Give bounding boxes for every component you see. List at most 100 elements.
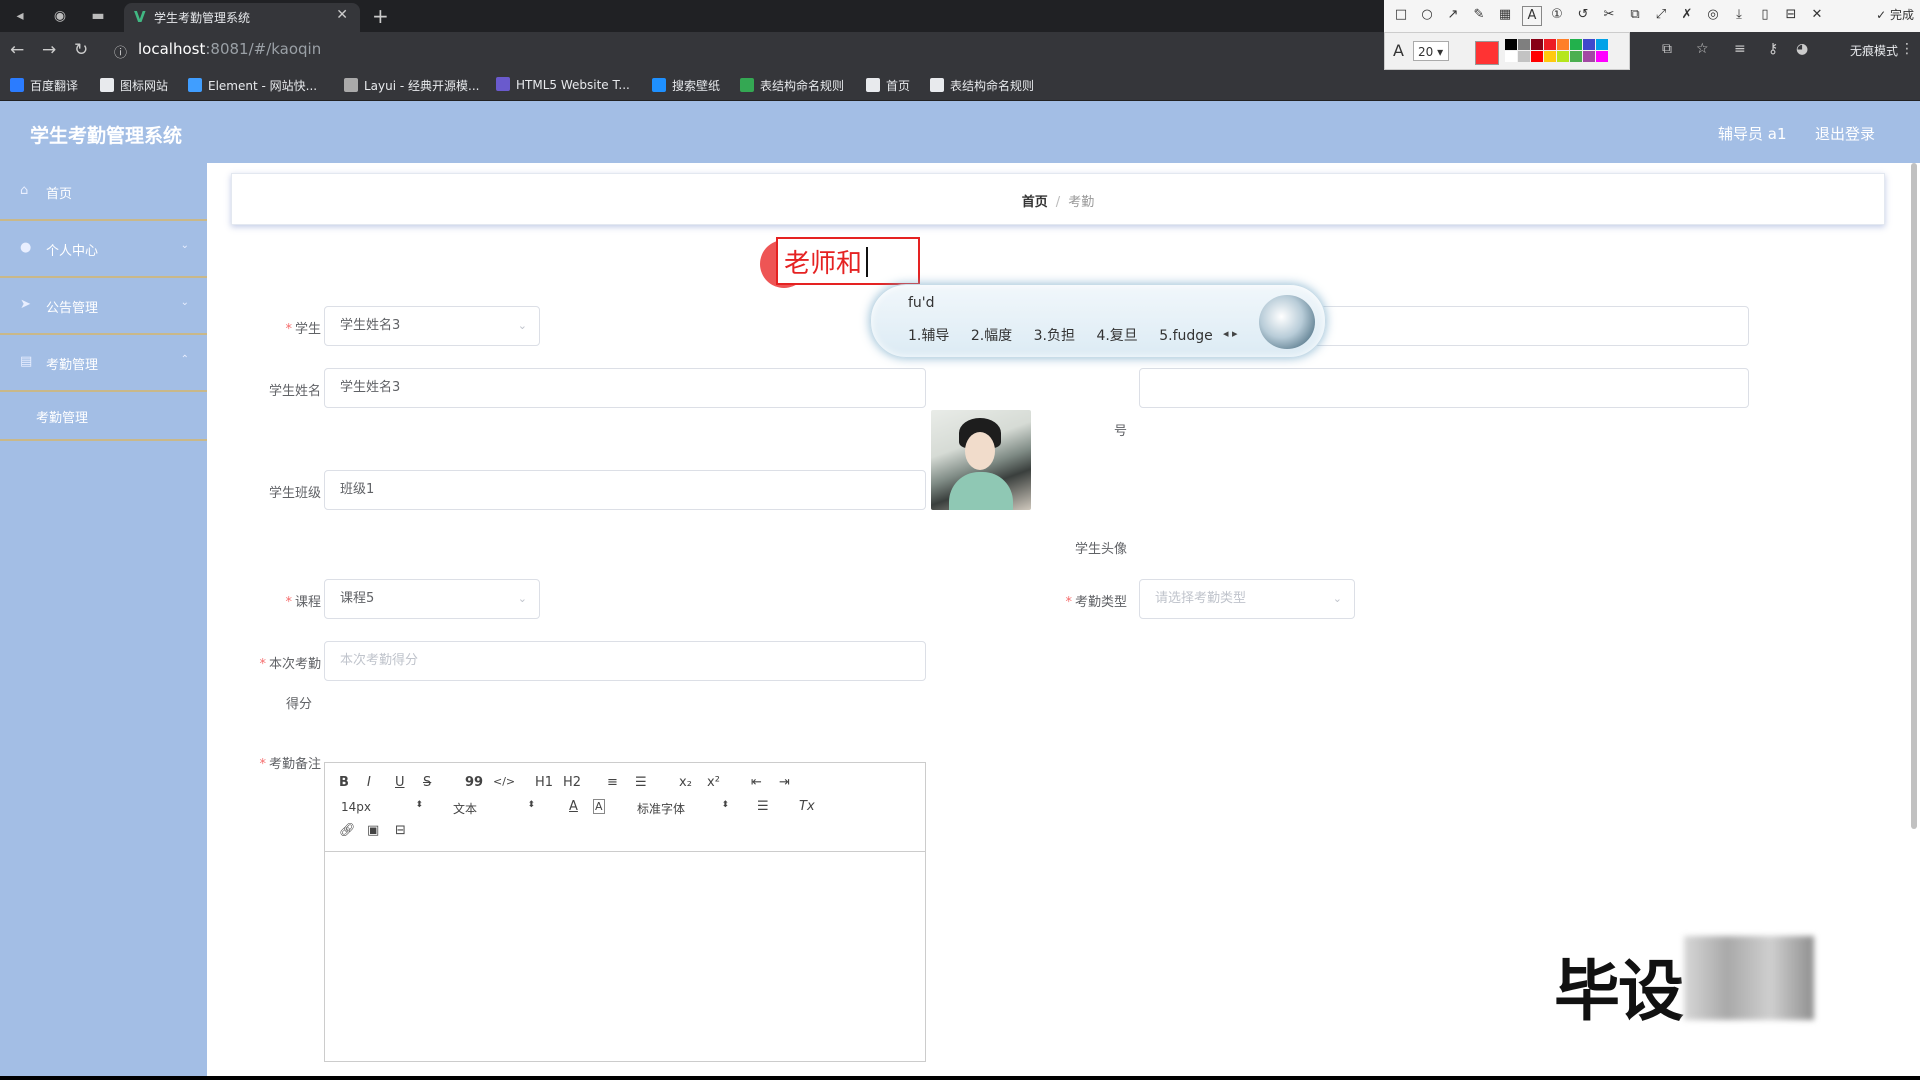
text-color-icon[interactable]: A xyxy=(569,799,578,814)
translate-page-icon[interactable]: ⧉ xyxy=(1662,41,1672,57)
current-color-swatch[interactable] xyxy=(1475,41,1499,65)
translate-icon[interactable]: ⧉ xyxy=(1626,6,1644,24)
font-family-dropdown[interactable]: 标准字体 ⬍ xyxy=(637,800,729,817)
key-icon[interactable]: ⚷ xyxy=(1768,41,1778,57)
strike-button[interactable]: S xyxy=(423,775,431,790)
ime-candidate[interactable]: 5.fudge xyxy=(1159,328,1213,344)
breadcrumb-home[interactable]: 首页 xyxy=(1022,195,1048,210)
record-icon[interactable]: ◎ xyxy=(1704,6,1722,24)
done-button[interactable]: ✓ 完成 xyxy=(1876,6,1914,23)
copy-icon[interactable]: ▯ xyxy=(1756,6,1774,24)
font-size-select[interactable]: 20 ▾ xyxy=(1413,41,1449,61)
info-icon[interactable]: ⓘ xyxy=(114,42,127,61)
ordered-list-button[interactable]: ≡ xyxy=(607,775,618,790)
incognito-label[interactable]: 无痕模式 xyxy=(1850,42,1898,59)
h1-button[interactable]: H1 xyxy=(535,775,553,790)
palette-color-swatch[interactable] xyxy=(1596,39,1608,50)
header-dropdown[interactable]: 文本 ⬍ xyxy=(453,800,535,817)
ime-composition-box[interactable]: 老师和 xyxy=(776,237,920,285)
reload-icon[interactable]: ↻ xyxy=(74,40,88,60)
score-input[interactable]: 本次考勤得分 xyxy=(324,641,926,681)
browser-tab[interactable]: V 学生考勤管理系统 ✕ xyxy=(124,3,360,32)
ime-candidate[interactable]: 1.辅导 xyxy=(908,328,949,344)
type-select[interactable]: 请选择考勤类型 ⌄ xyxy=(1139,579,1355,619)
underline-button[interactable]: U xyxy=(395,775,405,790)
palette-color-swatch[interactable] xyxy=(1518,51,1530,62)
palette-color-swatch[interactable] xyxy=(1544,51,1556,62)
bookmark-item[interactable]: Layui - 经典开源模... xyxy=(344,77,479,94)
pen-tool-icon[interactable]: ✎ xyxy=(1470,6,1488,24)
palette-color-swatch[interactable] xyxy=(1544,39,1556,50)
ocr-icon[interactable]: ⤢ xyxy=(1652,6,1670,24)
sidebar-subitem-attendance[interactable]: 考勤管理 xyxy=(0,391,207,441)
blockquote-button[interactable]: 99 xyxy=(465,775,483,790)
cut-icon[interactable]: ✂ xyxy=(1600,6,1618,24)
forward-icon[interactable]: → xyxy=(42,40,56,60)
palette-color-swatch[interactable] xyxy=(1557,51,1569,62)
ime-candidate[interactable]: 4.复旦 xyxy=(1096,328,1137,344)
bookmark-item[interactable]: 表结构命名规则 xyxy=(930,77,1034,94)
download-icon[interactable]: ⤓ xyxy=(1730,6,1748,24)
sidebar-item-profile[interactable]: ● 个人中心 ⌄ xyxy=(0,220,207,278)
bookmark-item[interactable]: 首页 xyxy=(866,77,910,94)
bookmark-icon[interactable]: ⊟ xyxy=(1782,6,1800,24)
palette-color-swatch[interactable] xyxy=(1596,51,1608,62)
palette-color-swatch[interactable] xyxy=(1505,39,1517,50)
ime-candidate[interactable]: 3.负担 xyxy=(1034,328,1075,344)
sidebar-item-attendance[interactable]: ▤ 考勤管理 ⌃ xyxy=(0,334,207,392)
bullet-list-button[interactable]: ☰ xyxy=(635,775,647,790)
italic-button[interactable]: I xyxy=(367,775,371,790)
ime-candidate[interactable]: 2.幅度 xyxy=(971,328,1012,344)
palette-color-swatch[interactable] xyxy=(1583,51,1595,62)
close-tab-icon[interactable]: ✕ xyxy=(336,7,348,23)
background-color-icon[interactable]: A xyxy=(593,799,605,814)
reading-list-icon[interactable]: ≡ xyxy=(1734,41,1746,57)
palette-color-swatch[interactable] xyxy=(1570,39,1582,50)
code-button[interactable]: </> xyxy=(493,775,515,788)
ime-page-arrows-icon[interactable]: ◂ ▸ xyxy=(1223,327,1238,340)
star-icon[interactable]: ☆ xyxy=(1696,41,1709,57)
scrollbar-thumb[interactable] xyxy=(1911,163,1917,829)
class-input[interactable]: 班级1 xyxy=(324,470,926,510)
mosaic-tool-icon[interactable]: ▦ xyxy=(1496,6,1514,24)
number-tool-icon[interactable]: ① xyxy=(1548,6,1566,24)
audio-icon[interactable]: ◂ xyxy=(10,6,30,26)
palette-color-swatch[interactable] xyxy=(1557,39,1569,50)
link-icon[interactable]: 🔗︎ xyxy=(339,823,356,838)
close-icon[interactable]: ✕ xyxy=(1808,6,1826,24)
student-name-input[interactable]: 学生姓名3 xyxy=(324,368,926,408)
circle-tool-icon[interactable]: ○ xyxy=(1418,6,1436,24)
bookmark-item[interactable]: 搜索壁纸 xyxy=(652,77,720,94)
rectangle-tool-icon[interactable]: □ xyxy=(1392,6,1410,24)
text-tool-icon[interactable]: A xyxy=(1522,6,1542,26)
bookmark-item[interactable]: HTML5 Website T... xyxy=(496,77,630,92)
sidebar-item-notices[interactable]: ➤ 公告管理 ⌄ xyxy=(0,277,207,335)
page-scrollbar[interactable] xyxy=(1908,163,1920,1076)
editor-body[interactable] xyxy=(325,852,925,1062)
logout-link[interactable]: 退出登录 xyxy=(1815,123,1875,144)
url-field[interactable]: localhost:8081/#/kaoqin xyxy=(138,40,321,62)
new-tab-icon[interactable]: + xyxy=(372,4,389,28)
subscript-button[interactable]: x₂ xyxy=(679,775,692,790)
sidebar-item-home[interactable]: ⌂ 首页 xyxy=(0,163,207,221)
palette-color-swatch[interactable] xyxy=(1531,39,1543,50)
palette-color-swatch[interactable] xyxy=(1505,51,1517,62)
undo-icon[interactable]: ↺ xyxy=(1574,6,1592,24)
superscript-button[interactable]: x² xyxy=(707,775,720,790)
student-select[interactable]: 学生姓名3 ⌄ xyxy=(324,306,540,346)
arrow-tool-icon[interactable]: ↗ xyxy=(1444,6,1462,24)
palette-color-swatch[interactable] xyxy=(1583,39,1595,50)
clear-format-icon[interactable]: Tx xyxy=(799,799,815,814)
course-select[interactable]: 课程5 ⌄ xyxy=(324,579,540,619)
menu-icon[interactable]: ⋮ xyxy=(1900,41,1914,57)
image-icon[interactable]: ▣ xyxy=(367,823,379,838)
globe-icon[interactable]: ◉ xyxy=(50,6,70,26)
palette-color-swatch[interactable] xyxy=(1531,51,1543,62)
bookmark-item[interactable]: Element - 网站快... xyxy=(188,77,317,94)
palette-color-swatch[interactable] xyxy=(1570,51,1582,62)
font-size-dropdown[interactable]: 14px ⬍ xyxy=(341,800,423,814)
phone-input[interactable] xyxy=(1139,368,1749,408)
window-icon[interactable]: ▬ xyxy=(88,6,108,26)
indent-button[interactable]: ⇥ xyxy=(779,775,790,790)
outdent-button[interactable]: ⇤ xyxy=(751,775,762,790)
